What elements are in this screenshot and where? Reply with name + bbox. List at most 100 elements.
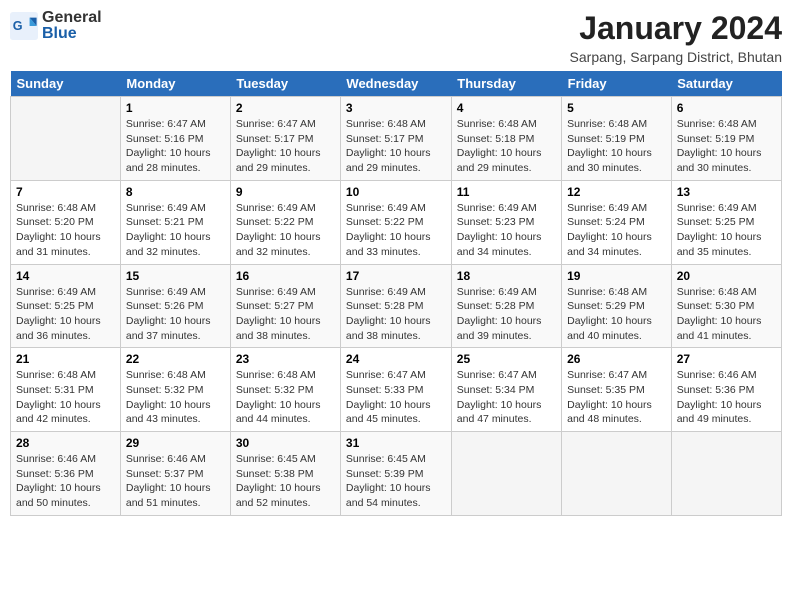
- calendar-cell: 14 Sunrise: 6:49 AM Sunset: 5:25 PM Dayli…: [11, 264, 121, 348]
- day-info: Sunrise: 6:46 AM Sunset: 5:36 PM Dayligh…: [16, 452, 115, 511]
- day-number: 10: [346, 185, 446, 199]
- day-number: 8: [126, 185, 225, 199]
- logo-icon: G: [10, 12, 38, 40]
- calendar-cell: 22Sunrise: 6:48 AM Sunset: 5:32 PM Dayli…: [120, 348, 230, 432]
- day-info: Sunrise: 6:47 AM Sunset: 5:33 PM Dayligh…: [346, 368, 446, 427]
- day-info: Sunrise: 6:46 AM Sunset: 5:37 PM Dayligh…: [126, 452, 225, 511]
- calendar-cell: 24 Sunrise: 6:47 AM Sunset: 5:33 PM Dayli…: [340, 348, 451, 432]
- calendar-cell: 2 Sunrise: 6:47 AM Sunset: 5:17 PM Daylig…: [230, 97, 340, 181]
- location: Sarpang, Sarpang District, Bhutan: [570, 49, 782, 65]
- day-number: 23: [236, 352, 335, 366]
- calendar-cell: 26 Sunrise: 6:47 AM Sunset: 5:35 PM Dayli…: [562, 348, 672, 432]
- day-number: 26: [567, 352, 666, 366]
- day-info: Sunrise: 6:49 AM Sunset: 5:25 PM Dayligh…: [677, 201, 776, 260]
- calendar-cell: 20 Sunrise: 6:48 AM Sunset: 5:30 PM Dayli…: [671, 264, 781, 348]
- day-number: 4: [457, 101, 556, 115]
- day-info: Sunrise: 6:47 AM Sunset: 5:16 PM Dayligh…: [126, 117, 225, 176]
- day-info: Sunrise: 6:48 AM Sunset: 5:19 PM Dayligh…: [567, 117, 666, 176]
- calendar-cell: [451, 432, 561, 516]
- day-number: 6: [677, 101, 776, 115]
- calendar-cell: 6 Sunrise: 6:48 AM Sunset: 5:19 PM Daylig…: [671, 97, 781, 181]
- day-number: 22: [126, 352, 225, 366]
- day-number: 19: [567, 269, 666, 283]
- calendar-cell: 29 Sunrise: 6:46 AM Sunset: 5:37 PM Dayli…: [120, 432, 230, 516]
- day-info: Sunrise: 6:45 AM Sunset: 5:39 PM Dayligh…: [346, 452, 446, 511]
- day-info: Sunrise: 6:48 AM Sunset: 5:32 PM Dayligh…: [236, 368, 335, 427]
- day-info: Sunrise: 6:49 AM Sunset: 5:27 PM Dayligh…: [236, 285, 335, 344]
- week-row-5: 28 Sunrise: 6:46 AM Sunset: 5:36 PM Dayli…: [11, 432, 782, 516]
- month-year: January 2024: [570, 10, 782, 47]
- day-number: 17: [346, 269, 446, 283]
- week-row-3: 14 Sunrise: 6:49 AM Sunset: 5:25 PM Dayli…: [11, 264, 782, 348]
- calendar-cell: 5 Sunrise: 6:48 AM Sunset: 5:19 PM Daylig…: [562, 97, 672, 181]
- week-row-1: 1 Sunrise: 6:47 AM Sunset: 5:16 PM Daylig…: [11, 97, 782, 181]
- weekday-header-friday: Friday: [562, 71, 672, 97]
- calendar-cell: [562, 432, 672, 516]
- day-info: Sunrise: 6:48 AM Sunset: 5:19 PM Dayligh…: [677, 117, 776, 176]
- day-info: Sunrise: 6:45 AM Sunset: 5:38 PM Dayligh…: [236, 452, 335, 511]
- day-number: 18: [457, 269, 556, 283]
- weekday-header-thursday: Thursday: [451, 71, 561, 97]
- calendar-cell: 8 Sunrise: 6:49 AM Sunset: 5:21 PM Daylig…: [120, 180, 230, 264]
- day-number: 9: [236, 185, 335, 199]
- day-number: 29: [126, 436, 225, 450]
- weekday-header-wednesday: Wednesday: [340, 71, 451, 97]
- title-block: January 2024 Sarpang, Sarpang District, …: [570, 10, 782, 65]
- calendar-table: SundayMondayTuesdayWednesdayThursdayFrid…: [10, 71, 782, 516]
- day-number: 21: [16, 352, 115, 366]
- day-number: 12: [567, 185, 666, 199]
- day-info: Sunrise: 6:49 AM Sunset: 5:22 PM Dayligh…: [236, 201, 335, 260]
- day-number: 5: [567, 101, 666, 115]
- day-number: 24: [346, 352, 446, 366]
- day-info: Sunrise: 6:47 AM Sunset: 5:34 PM Dayligh…: [457, 368, 556, 427]
- calendar-cell: 4 Sunrise: 6:48 AM Sunset: 5:18 PM Daylig…: [451, 97, 561, 181]
- header: G General Blue January 2024 Sarpang, Sar…: [10, 10, 782, 65]
- day-number: 13: [677, 185, 776, 199]
- calendar-cell: 16 Sunrise: 6:49 AM Sunset: 5:27 PM Dayli…: [230, 264, 340, 348]
- day-number: 16: [236, 269, 335, 283]
- calendar-cell: 3 Sunrise: 6:48 AM Sunset: 5:17 PM Daylig…: [340, 97, 451, 181]
- calendar-cell: 12Sunrise: 6:49 AM Sunset: 5:24 PM Dayli…: [562, 180, 672, 264]
- weekday-header-row: SundayMondayTuesdayWednesdayThursdayFrid…: [11, 71, 782, 97]
- calendar-cell: 9 Sunrise: 6:49 AM Sunset: 5:22 PM Daylig…: [230, 180, 340, 264]
- day-number: 20: [677, 269, 776, 283]
- week-row-4: 21 Sunrise: 6:48 AM Sunset: 5:31 PM Dayli…: [11, 348, 782, 432]
- day-info: Sunrise: 6:48 AM Sunset: 5:31 PM Dayligh…: [16, 368, 115, 427]
- day-info: Sunrise: 6:49 AM Sunset: 5:25 PM Dayligh…: [16, 285, 115, 344]
- day-info: Sunrise: 6:48 AM Sunset: 5:18 PM Dayligh…: [457, 117, 556, 176]
- week-row-2: 7Sunrise: 6:48 AM Sunset: 5:20 PM Daylig…: [11, 180, 782, 264]
- day-number: 31: [346, 436, 446, 450]
- calendar-cell: 28 Sunrise: 6:46 AM Sunset: 5:36 PM Dayli…: [11, 432, 121, 516]
- calendar-cell: 10 Sunrise: 6:49 AM Sunset: 5:22 PM Dayli…: [340, 180, 451, 264]
- day-number: 27: [677, 352, 776, 366]
- day-info: Sunrise: 6:49 AM Sunset: 5:21 PM Dayligh…: [126, 201, 225, 260]
- calendar-cell: 15Sunrise: 6:49 AM Sunset: 5:26 PM Dayli…: [120, 264, 230, 348]
- calendar-cell: 31 Sunrise: 6:45 AM Sunset: 5:39 PM Dayli…: [340, 432, 451, 516]
- day-info: Sunrise: 6:47 AM Sunset: 5:35 PM Dayligh…: [567, 368, 666, 427]
- day-info: Sunrise: 6:49 AM Sunset: 5:23 PM Dayligh…: [457, 201, 556, 260]
- day-info: Sunrise: 6:49 AM Sunset: 5:26 PM Dayligh…: [126, 285, 225, 344]
- weekday-header-saturday: Saturday: [671, 71, 781, 97]
- day-number: 1: [126, 101, 225, 115]
- calendar-cell: 19Sunrise: 6:48 AM Sunset: 5:29 PM Dayli…: [562, 264, 672, 348]
- calendar-cell: 21 Sunrise: 6:48 AM Sunset: 5:31 PM Dayli…: [11, 348, 121, 432]
- calendar-cell: 23 Sunrise: 6:48 AM Sunset: 5:32 PM Dayli…: [230, 348, 340, 432]
- day-number: 28: [16, 436, 115, 450]
- calendar-cell: [11, 97, 121, 181]
- calendar-cell: 7Sunrise: 6:48 AM Sunset: 5:20 PM Daylig…: [11, 180, 121, 264]
- day-info: Sunrise: 6:49 AM Sunset: 5:28 PM Dayligh…: [457, 285, 556, 344]
- day-number: 2: [236, 101, 335, 115]
- day-number: 14: [16, 269, 115, 283]
- weekday-header-monday: Monday: [120, 71, 230, 97]
- logo: G General Blue: [10, 10, 102, 42]
- weekday-header-tuesday: Tuesday: [230, 71, 340, 97]
- day-number: 3: [346, 101, 446, 115]
- day-info: Sunrise: 6:48 AM Sunset: 5:30 PM Dayligh…: [677, 285, 776, 344]
- day-info: Sunrise: 6:48 AM Sunset: 5:17 PM Dayligh…: [346, 117, 446, 176]
- day-info: Sunrise: 6:49 AM Sunset: 5:22 PM Dayligh…: [346, 201, 446, 260]
- calendar-cell: 18 Sunrise: 6:49 AM Sunset: 5:28 PM Dayli…: [451, 264, 561, 348]
- day-info: Sunrise: 6:47 AM Sunset: 5:17 PM Dayligh…: [236, 117, 335, 176]
- svg-text:G: G: [13, 19, 23, 33]
- logo-blue: Blue: [42, 26, 102, 42]
- logo-text: General Blue: [42, 10, 102, 42]
